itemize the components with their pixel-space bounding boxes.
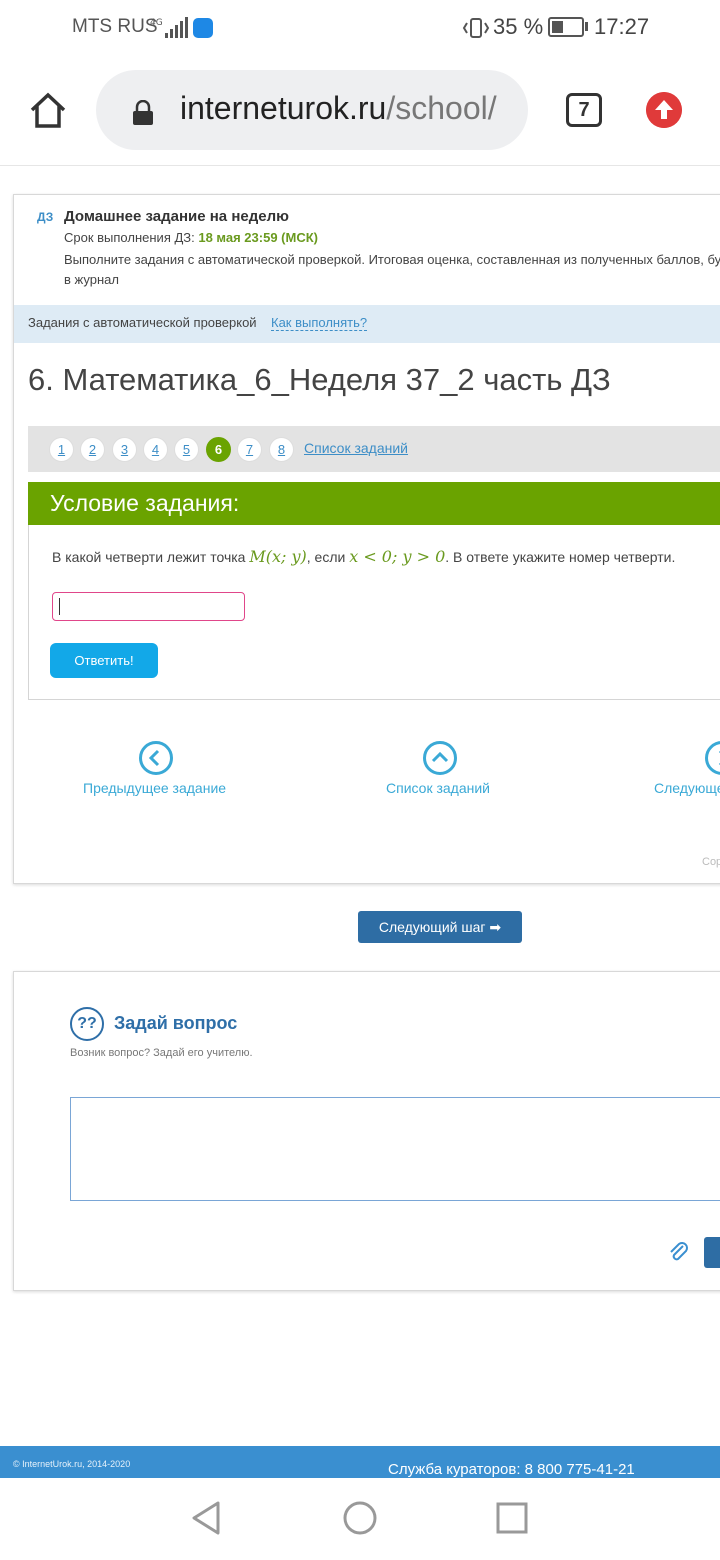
ask-title: Задай вопрос <box>114 1013 238 1033</box>
home-circle-icon[interactable] <box>342 1500 378 1536</box>
deadline-value: 18 мая 23:59 (МСК) <box>198 230 318 245</box>
url-text: interneturok.ru/school/ <box>180 90 497 127</box>
answer-input[interactable] <box>52 592 245 621</box>
send-question-button[interactable] <box>704 1237 720 1268</box>
question-prefix: В какой четверти лежит точка <box>52 549 250 565</box>
battery-icon <box>548 17 584 37</box>
url-domain: interneturok.ru <box>180 90 387 126</box>
pager-page-5[interactable]: 5 <box>174 437 199 462</box>
deadline-label: Срок выполнения ДЗ: <box>64 230 199 245</box>
page-title: 6. Математика_6_Неделя 37_2 часть ДЗ <box>28 362 611 397</box>
previous-task-icon[interactable] <box>139 741 173 775</box>
vibrate-icon <box>462 18 490 38</box>
paperclip-icon[interactable] <box>668 1240 690 1264</box>
vpn-shield-icon <box>193 18 213 38</box>
homework-description: Выполните задания с автоматической прове… <box>64 250 720 290</box>
carrier-name: MTS RUS <box>72 16 158 37</box>
auto-check-label: Задания с автоматической проверкой <box>28 315 257 330</box>
homework-deadline: Срок выполнения ДЗ: 18 мая 23:59 (МСК) <box>64 230 318 245</box>
homework-title: Домашнее задание на неделю <box>64 208 289 225</box>
description-line-1: Выполните задания с автоматической прове… <box>64 252 720 267</box>
how-to-link[interactable]: Как выполнять? <box>271 315 368 331</box>
card-copyright: Сор <box>702 856 720 868</box>
pager-page-7[interactable]: 7 <box>237 437 262 462</box>
next-task-link[interactable]: Следующе <box>654 780 720 796</box>
network-type-label: 4G <box>150 18 163 28</box>
lock-icon <box>133 100 153 125</box>
update-arrow-icon[interactable] <box>646 92 682 128</box>
task-list-up-icon[interactable] <box>423 741 457 775</box>
next-step-label: Следующий шаг <box>378 919 486 935</box>
task-list-link[interactable]: Список заданий <box>304 440 408 456</box>
home-icon[interactable] <box>28 90 68 130</box>
back-icon[interactable] <box>190 1500 222 1536</box>
question-text: В какой четверти лежит точка M(x; y), ес… <box>52 547 675 566</box>
condition-title: Условие задания: <box>50 490 240 516</box>
pager-page-4[interactable]: 4 <box>143 437 168 462</box>
submit-answer-button[interactable]: Ответить! <box>50 643 158 678</box>
battery-tip <box>585 22 588 31</box>
address-bar[interactable]: interneturok.ru/school/ <box>96 70 528 150</box>
question-bubble-icon: ?? <box>70 1007 104 1041</box>
description-line-2: в журнал <box>64 272 119 287</box>
footer-copyright: © InternetUrok.ru, 2014-2020 <box>13 1459 131 1469</box>
ask-subtitle: Возник вопрос? Задай его учителю. <box>70 1047 253 1059</box>
question-suffix: . В ответе укажите номер четверти. <box>445 549 676 565</box>
pager-page-3[interactable]: 3 <box>112 437 137 462</box>
battery-percent: 35 % <box>493 14 544 39</box>
pager-page-1[interactable]: 1 <box>49 437 74 462</box>
signal-icon: 4G <box>150 17 188 38</box>
arrow-right-icon: ➡ <box>489 919 502 935</box>
question-point: M(x; y) <box>249 547 307 566</box>
footer-phone: Служба кураторов: 8 800 775-41-21 <box>388 1461 635 1478</box>
text-caret <box>59 598 60 615</box>
recents-icon[interactable] <box>496 1502 528 1534</box>
previous-task-link[interactable]: Предыдущее задание <box>83 780 226 796</box>
question-textarea[interactable] <box>70 1097 720 1201</box>
clock: 17:27 <box>594 14 650 39</box>
url-path: /school/ <box>386 90 497 126</box>
question-mid: , если <box>306 549 350 565</box>
tab-switcher-button[interactable]: 7 <box>566 93 602 127</box>
question-condition: x < 0; y > 0 <box>349 547 446 566</box>
homework-badge: ДЗ <box>37 210 54 224</box>
task-list-nav-link[interactable]: Список заданий <box>386 780 490 796</box>
next-step-button[interactable]: Следующий шаг ➡ <box>358 911 522 943</box>
pager-page-2[interactable]: 2 <box>80 437 105 462</box>
pager-page-6[interactable]: 6 <box>206 437 231 462</box>
pager-page-8[interactable]: 8 <box>269 437 294 462</box>
